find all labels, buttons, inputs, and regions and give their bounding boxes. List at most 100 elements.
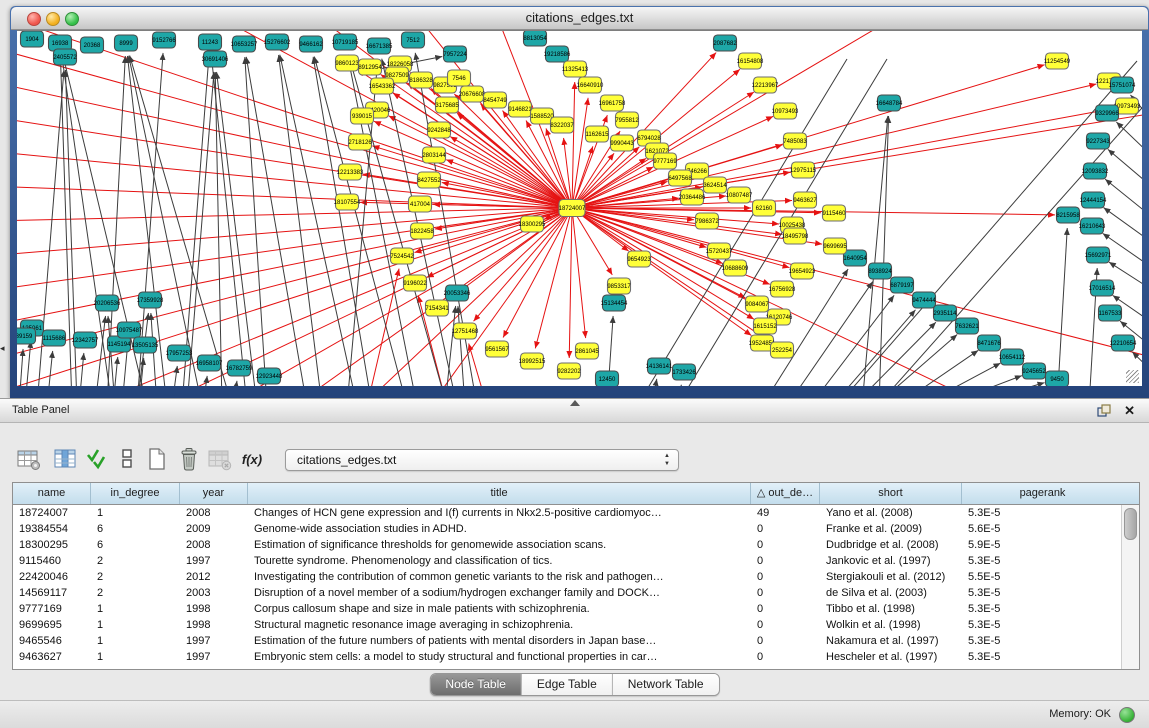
graph-node[interactable]: 16782759: [226, 360, 253, 376]
graph-node[interactable]: 7524542: [390, 248, 414, 264]
graph-node[interactable]: 12751468: [452, 323, 479, 339]
graph-node[interactable]: 7957224: [443, 46, 467, 62]
splitter-handle-icon[interactable]: [570, 400, 580, 406]
graph-node[interactable]: 8322037: [550, 117, 574, 133]
graph-node[interactable]: 9463627: [793, 192, 817, 208]
graph-node[interactable]: 8454749: [483, 92, 507, 108]
column-header-year[interactable]: year: [180, 483, 248, 504]
graph-node[interactable]: 16543362: [369, 78, 396, 94]
table-row[interactable]: 969969511998Structural magnetic resonanc…: [13, 617, 1122, 633]
close-panel-icon[interactable]: ✕: [1124, 404, 1135, 418]
graph-node[interactable]: 6497568: [668, 170, 692, 186]
graph-edge[interactable]: [233, 381, 237, 386]
graph-node[interactable]: 17016514: [1089, 280, 1116, 296]
window-titlebar[interactable]: citations_edges.txt: [11, 7, 1148, 30]
graph-node[interactable]: 9084067: [745, 296, 769, 312]
graph-node[interactable]: 12213383: [337, 164, 364, 180]
graph-node[interactable]: 8427552: [417, 172, 441, 188]
graph-edge[interactable]: [25, 341, 31, 386]
graph-node[interactable]: 7512: [402, 32, 425, 48]
graph-node[interactable]: 16671385: [366, 38, 393, 54]
graph-node[interactable]: 10975487: [116, 322, 143, 338]
graph-node[interactable]: 11325413: [562, 61, 589, 77]
graph-node[interactable]: 13505135: [132, 337, 159, 353]
graph-node[interactable]: 9466162: [299, 36, 323, 52]
table-row[interactable]: 1938455462009Genome-wide association stu…: [13, 521, 1122, 537]
float-panel-icon[interactable]: [1096, 403, 1111, 418]
graph-node[interactable]: 62160: [753, 200, 776, 216]
graph-node[interactable]: 17359928: [137, 292, 164, 308]
graph-node[interactable]: 9146821: [508, 101, 532, 117]
graph-node[interactable]: 417004: [409, 196, 432, 212]
graph-node[interactable]: 9329966: [1095, 105, 1119, 121]
clear-selection-icon[interactable]: [112, 444, 142, 474]
graph-node[interactable]: 7955812: [615, 112, 639, 128]
graph-node[interactable]: 7485083: [783, 133, 807, 149]
graph-node[interactable]: 16961758: [599, 95, 626, 111]
graph-edge[interactable]: [677, 385, 681, 386]
graph-node[interactable]: 12210654: [1110, 335, 1137, 351]
graph-node[interactable]: 2087682: [713, 35, 737, 51]
graph-edge[interactable]: [569, 208, 572, 358]
graph-node[interactable]: 9777169: [653, 153, 677, 169]
graph-node[interactable]: 8186328: [409, 72, 433, 88]
graph-node[interactable]: 2718126: [348, 134, 372, 150]
graph-node[interactable]: 10688609: [722, 260, 749, 276]
graph-edge[interactable]: [279, 55, 322, 386]
graph-node[interactable]: 18992515: [519, 353, 546, 369]
resize-grip[interactable]: [1126, 370, 1139, 383]
graph-node[interactable]: 3175685: [435, 97, 459, 113]
graph-node[interactable]: 11243: [199, 34, 222, 50]
graph-node[interactable]: 12342757: [72, 332, 99, 348]
graph-edge[interactable]: [572, 208, 789, 268]
table-row[interactable]: 946554611997Estimation of the future num…: [13, 633, 1122, 649]
graph-node[interactable]: 9990443: [610, 135, 634, 151]
graph-node[interactable]: 1733426: [672, 364, 696, 380]
scrollbar-thumb[interactable]: [1124, 508, 1137, 540]
select-all-icon[interactable]: [82, 444, 112, 474]
graph-edge[interactable]: [832, 310, 915, 386]
graph-node[interactable]: 9227343: [1086, 133, 1110, 149]
graph-node[interactable]: 16648784: [876, 95, 903, 111]
column-header-short[interactable]: short: [820, 483, 962, 504]
graph-node[interactable]: 8471676: [977, 335, 1001, 351]
graph-hub-node[interactable]: 18724007: [559, 200, 586, 217]
network-canvas[interactable]: 1904169382036889999152766112431065325715…: [17, 30, 1142, 386]
graph-node[interactable]: 2861045: [575, 343, 599, 359]
vertical-scrollbar[interactable]: [1121, 505, 1139, 669]
column-header-title[interactable]: title: [248, 483, 751, 504]
graph-node[interactable]: 12444154: [1080, 192, 1107, 208]
graph-edge[interactable]: [172, 366, 177, 386]
graph-node[interactable]: 9654923: [627, 251, 651, 267]
graph-edge[interactable]: [942, 376, 1022, 386]
column-header-in_degree[interactable]: in_degree: [91, 483, 180, 504]
graph-node[interactable]: 10654112: [999, 349, 1026, 365]
graph-node[interactable]: 9450: [1046, 371, 1069, 386]
graph-node[interactable]: 7546: [448, 70, 471, 86]
graph-node[interactable]: 12923448: [256, 368, 283, 384]
graph-node[interactable]: 19218586: [544, 46, 571, 62]
graph-node[interactable]: 11254549: [1044, 53, 1071, 69]
network-graph[interactable]: 1904169382036889999152766112431065325715…: [17, 31, 1142, 386]
graph-node[interactable]: 8999: [115, 35, 138, 51]
graph-edge[interactable]: [211, 55, 247, 386]
graph-node[interactable]: 12213967: [752, 77, 779, 93]
graph-node[interactable]: 9196022: [403, 275, 427, 291]
graph-node[interactable]: 16756928: [769, 281, 796, 297]
graph-node[interactable]: 39159: [17, 328, 36, 344]
graph-node[interactable]: 10973493: [772, 103, 799, 119]
graph-edge[interactable]: [1108, 149, 1142, 191]
graph-node[interactable]: 2935114: [934, 305, 958, 321]
graph-node[interactable]: 20368: [81, 37, 104, 53]
table-selector-dropdown[interactable]: citations_edges.txt ▲▼: [285, 449, 679, 471]
graph-node[interactable]: 18107554: [334, 194, 361, 210]
graph-edge[interactable]: [374, 121, 572, 208]
tab-node-table[interactable]: Node Table: [430, 674, 522, 695]
graph-node[interactable]: 9115460: [823, 205, 847, 221]
graph-node[interactable]: 9474444: [912, 292, 936, 308]
graph-node[interactable]: 16154808: [737, 53, 764, 69]
graph-edge[interactable]: [965, 383, 1045, 386]
collapse-handle-icon[interactable]: ◂: [0, 344, 5, 353]
graph-node[interactable]: 20206536: [94, 295, 121, 311]
graph-edge[interactable]: [47, 351, 53, 386]
